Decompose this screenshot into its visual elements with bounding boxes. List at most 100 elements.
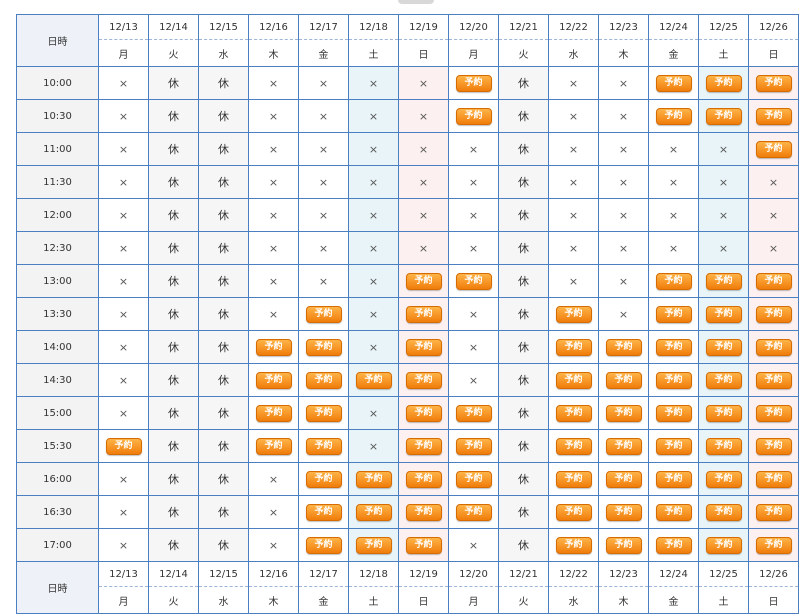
header-weekday-11: 金 bbox=[648, 39, 699, 67]
reserve-button[interactable]: 予約 bbox=[755, 371, 792, 389]
reserve-button[interactable]: 予約 bbox=[555, 371, 592, 389]
reserve-button[interactable]: 予約 bbox=[455, 74, 492, 92]
reserve-button[interactable]: 予約 bbox=[405, 404, 442, 422]
reserve-button[interactable]: 予約 bbox=[655, 305, 692, 323]
reserve-button[interactable]: 予約 bbox=[755, 305, 792, 323]
unavailable-mark: × bbox=[568, 241, 579, 255]
reserve-button[interactable]: 予約 bbox=[105, 437, 142, 455]
reserve-button[interactable]: 予約 bbox=[605, 338, 642, 356]
reserve-button[interactable]: 予約 bbox=[455, 437, 492, 455]
reserve-button[interactable]: 予約 bbox=[705, 503, 742, 521]
unavailable-mark: × bbox=[368, 208, 379, 222]
reserve-button[interactable]: 予約 bbox=[755, 437, 792, 455]
reserve-button[interactable]: 予約 bbox=[405, 371, 442, 389]
reserve-button[interactable]: 予約 bbox=[455, 272, 492, 290]
reserve-button[interactable]: 予約 bbox=[305, 371, 342, 389]
reserve-button[interactable]: 予約 bbox=[355, 470, 392, 488]
reserve-button[interactable]: 予約 bbox=[455, 107, 492, 125]
reserve-button[interactable]: 予約 bbox=[605, 404, 642, 422]
reserve-button[interactable]: 予約 bbox=[305, 437, 342, 455]
reserve-button[interactable]: 予約 bbox=[655, 536, 692, 554]
reserve-button[interactable]: 予約 bbox=[755, 107, 792, 125]
slot-cell: 予約 bbox=[298, 330, 349, 364]
reserve-button[interactable]: 予約 bbox=[605, 536, 642, 554]
reserve-button[interactable]: 予約 bbox=[755, 338, 792, 356]
reserve-button[interactable]: 予約 bbox=[655, 404, 692, 422]
reserve-button[interactable]: 予約 bbox=[755, 536, 792, 554]
reserve-button[interactable]: 予約 bbox=[305, 470, 342, 488]
reserve-button[interactable]: 予約 bbox=[405, 470, 442, 488]
closed-mark: 休 bbox=[168, 374, 179, 387]
reserve-button[interactable]: 予約 bbox=[755, 74, 792, 92]
reserve-button[interactable]: 予約 bbox=[555, 470, 592, 488]
slot-cell: × bbox=[348, 396, 399, 430]
reserve-button[interactable]: 予約 bbox=[555, 437, 592, 455]
reserve-button[interactable]: 予約 bbox=[705, 371, 742, 389]
reserve-button[interactable]: 予約 bbox=[605, 437, 642, 455]
reserve-button[interactable]: 予約 bbox=[655, 437, 692, 455]
reserve-button[interactable]: 予約 bbox=[305, 536, 342, 554]
reserve-button[interactable]: 予約 bbox=[255, 404, 292, 422]
reserve-button[interactable]: 予約 bbox=[705, 338, 742, 356]
header-weekday-5: 土 bbox=[348, 39, 399, 67]
reserve-button[interactable]: 予約 bbox=[605, 371, 642, 389]
reserve-button[interactable]: 予約 bbox=[405, 305, 442, 323]
reserve-button[interactable]: 予約 bbox=[355, 503, 392, 521]
slot-cell: × bbox=[648, 132, 699, 166]
reserve-button[interactable]: 予約 bbox=[755, 404, 792, 422]
reserve-button[interactable]: 予約 bbox=[455, 404, 492, 422]
reserve-button[interactable]: 予約 bbox=[555, 404, 592, 422]
reserve-button[interactable]: 予約 bbox=[705, 470, 742, 488]
reserve-button[interactable]: 予約 bbox=[655, 503, 692, 521]
reserve-button[interactable]: 予約 bbox=[655, 470, 692, 488]
reserve-button[interactable]: 予約 bbox=[555, 503, 592, 521]
reserve-button[interactable]: 予約 bbox=[705, 437, 742, 455]
reserve-button[interactable]: 予約 bbox=[705, 305, 742, 323]
reserve-button[interactable]: 予約 bbox=[255, 437, 292, 455]
reserve-button[interactable]: 予約 bbox=[655, 371, 692, 389]
reserve-button[interactable]: 予約 bbox=[305, 305, 342, 323]
slot-cell: 予約 bbox=[598, 462, 649, 496]
reserve-button[interactable]: 予約 bbox=[255, 338, 292, 356]
slot-cell: 休 bbox=[498, 264, 549, 298]
reserve-button[interactable]: 予約 bbox=[705, 536, 742, 554]
reserve-button[interactable]: 予約 bbox=[555, 338, 592, 356]
reserve-button[interactable]: 予約 bbox=[705, 404, 742, 422]
reserve-button[interactable]: 予約 bbox=[355, 371, 392, 389]
reserve-button[interactable]: 予約 bbox=[655, 74, 692, 92]
time-label: 13:00 bbox=[16, 264, 99, 298]
reserve-button[interactable]: 予約 bbox=[355, 536, 392, 554]
reserve-button[interactable]: 予約 bbox=[605, 503, 642, 521]
reserve-button[interactable]: 予約 bbox=[755, 140, 792, 158]
reserve-button[interactable]: 予約 bbox=[455, 503, 492, 521]
reserve-button[interactable]: 予約 bbox=[405, 338, 442, 356]
reserve-button[interactable]: 予約 bbox=[405, 272, 442, 290]
reserve-button[interactable]: 予約 bbox=[655, 107, 692, 125]
reserve-button[interactable]: 予約 bbox=[555, 305, 592, 323]
reserve-button[interactable]: 予約 bbox=[455, 470, 492, 488]
reserve-button[interactable]: 予約 bbox=[255, 371, 292, 389]
reserve-button[interactable]: 予約 bbox=[705, 107, 742, 125]
reserve-button[interactable]: 予約 bbox=[405, 536, 442, 554]
footer-date-4: 12/17 bbox=[298, 561, 349, 587]
unavailable-mark: × bbox=[568, 208, 579, 222]
reserve-button[interactable]: 予約 bbox=[655, 338, 692, 356]
reserve-button[interactable]: 予約 bbox=[305, 338, 342, 356]
reserve-button[interactable]: 予約 bbox=[755, 503, 792, 521]
reserve-button[interactable]: 予約 bbox=[405, 437, 442, 455]
reserve-button[interactable]: 予約 bbox=[605, 470, 642, 488]
reserve-button[interactable]: 予約 bbox=[755, 272, 792, 290]
slot-cell: 予約 bbox=[648, 264, 699, 298]
reserve-button[interactable]: 予約 bbox=[305, 404, 342, 422]
reserve-button[interactable]: 予約 bbox=[705, 74, 742, 92]
slot-cell: 予約 bbox=[648, 363, 699, 397]
reserve-button[interactable]: 予約 bbox=[555, 536, 592, 554]
slot-cell: 予約 bbox=[698, 99, 749, 133]
reserve-button[interactable]: 予約 bbox=[405, 503, 442, 521]
reserve-button[interactable]: 予約 bbox=[705, 272, 742, 290]
reserve-button[interactable]: 予約 bbox=[755, 470, 792, 488]
unavailable-mark: × bbox=[468, 142, 479, 156]
reserve-button[interactable]: 予約 bbox=[305, 503, 342, 521]
slot-cell: 休 bbox=[198, 66, 249, 100]
reserve-button[interactable]: 予約 bbox=[655, 272, 692, 290]
